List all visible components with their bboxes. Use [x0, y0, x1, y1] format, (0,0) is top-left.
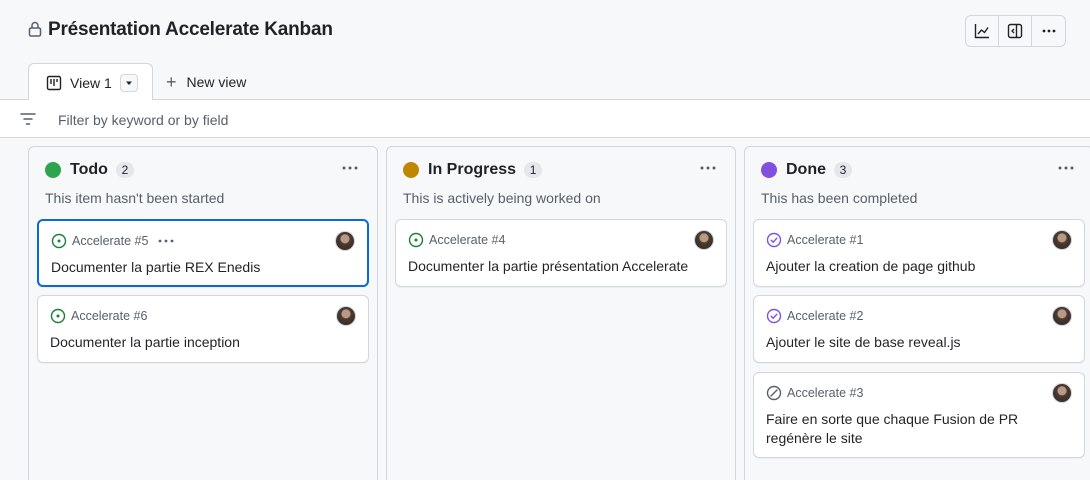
issue-reference[interactable]: Accelerate #5 [72, 234, 148, 248]
board-column: Todo 2 This item hasn't been started Acc… [28, 146, 378, 480]
assignee-avatar[interactable] [336, 306, 356, 326]
view-options-button[interactable] [119, 73, 138, 92]
issue-opened-icon [51, 233, 67, 249]
issue-reference[interactable]: Accelerate #6 [71, 309, 147, 323]
column-count-badge: 2 [115, 162, 134, 178]
issue-opened-icon [408, 232, 424, 248]
issue-card[interactable]: Accelerate #5 Documenter la partie REX E… [37, 219, 369, 287]
column-name: In Progress [428, 161, 517, 178]
issue-reference[interactable]: Accelerate #3 [787, 386, 863, 400]
column-description: This item hasn't been started [45, 190, 225, 206]
column-header: Done 3 [761, 161, 852, 179]
board-column: In Progress 1 This is actively being wor… [386, 146, 736, 480]
column-menu-button[interactable] [341, 160, 359, 181]
assignee-avatar[interactable] [1052, 383, 1072, 403]
column-menu-button[interactable] [699, 160, 717, 181]
card-meta: Accelerate #6 [50, 308, 147, 324]
kebab-horizontal-icon [700, 166, 716, 170]
column-count-badge: 1 [524, 162, 543, 178]
column-color-dot [403, 162, 419, 178]
issue-reference[interactable]: Accelerate #4 [429, 233, 505, 247]
new-view-button[interactable]: + New view [166, 73, 246, 91]
lock-icon [28, 21, 42, 37]
issue-title[interactable]: Ajouter la creation de page github [766, 257, 1066, 276]
filter-input[interactable]: Filter by keyword or by field [58, 112, 228, 128]
card-meta: Accelerate #3 [766, 385, 863, 401]
column-header: In Progress 1 [403, 161, 543, 179]
graph-icon [974, 24, 989, 39]
issue-title[interactable]: Faire en sorte que chaque Fusion de PR r… [766, 410, 1066, 448]
filter-icon [20, 113, 36, 125]
column-menu-button[interactable] [1057, 160, 1075, 181]
sidebar-icon [1007, 23, 1023, 39]
new-view-label: New view [186, 74, 247, 90]
issue-reference[interactable]: Accelerate #2 [787, 309, 863, 323]
issue-closed-icon [766, 308, 782, 324]
header-button-group [965, 15, 1066, 47]
project-board-icon [46, 75, 62, 90]
card-menu-button[interactable] [157, 233, 175, 249]
issue-card[interactable]: Accelerate #2 Ajouter le site de base re… [753, 295, 1085, 363]
card-meta: Accelerate #2 [766, 308, 863, 324]
tab-label: View 1 [70, 74, 112, 91]
assignee-avatar[interactable] [694, 230, 714, 250]
column-count-badge: 3 [834, 162, 852, 178]
issue-opened-icon [50, 308, 66, 324]
issue-title[interactable]: Documenter la partie REX Enedis [51, 258, 351, 277]
issue-card[interactable]: Accelerate #3 Faire en sorte que chaque … [753, 372, 1085, 458]
issue-reference[interactable]: Accelerate #1 [787, 233, 863, 247]
column-description: This has been completed [761, 190, 918, 206]
card-meta: Accelerate #1 [766, 232, 863, 248]
issue-title[interactable]: Documenter la partie inception [50, 333, 350, 352]
issue-closed-icon [766, 232, 782, 248]
card-meta: Accelerate #5 [51, 233, 175, 249]
project-header: Présentation Accelerate Kanban [0, 0, 1090, 64]
more-options-button[interactable] [1032, 16, 1065, 46]
side-panel-button[interactable] [999, 16, 1032, 46]
kebab-horizontal-icon [342, 166, 358, 170]
plus-icon: + [166, 72, 177, 92]
column-color-dot [45, 162, 61, 178]
issue-title[interactable]: Documenter la partie présentation Accele… [408, 257, 708, 276]
issue-card[interactable]: Accelerate #6 Documenter la partie incep… [37, 295, 369, 363]
column-name: Todo [70, 161, 108, 178]
issue-card[interactable]: Accelerate #4 Documenter la partie prése… [395, 219, 727, 287]
column-description: This is actively being worked on [403, 190, 601, 206]
tab-view-1[interactable]: View 1 [28, 63, 153, 101]
triangle-down-icon [125, 81, 132, 85]
kebab-horizontal-icon [1058, 166, 1074, 170]
view-tab-bar: View 1 + New view [0, 62, 1090, 101]
assignee-avatar[interactable] [335, 231, 355, 251]
insights-button[interactable] [966, 16, 999, 46]
column-name: Done [786, 161, 826, 178]
issue-title[interactable]: Ajouter le site de base reveal.js [766, 333, 1066, 352]
board-column: Done 3 This has been completed Accelerat… [744, 146, 1090, 480]
assignee-avatar[interactable] [1052, 230, 1072, 250]
kebab-horizontal-icon [159, 239, 174, 243]
card-meta: Accelerate #4 [408, 232, 505, 248]
skip-icon [766, 385, 782, 401]
kebab-horizontal-icon [1042, 29, 1055, 33]
issue-card[interactable]: Accelerate #1 Ajouter la creation de pag… [753, 219, 1085, 287]
column-color-dot [761, 162, 777, 178]
filter-bar[interactable]: Filter by keyword or by field [0, 100, 1090, 138]
assignee-avatar[interactable] [1052, 306, 1072, 326]
column-header: Todo 2 [45, 161, 134, 179]
page-title: Présentation Accelerate Kanban [48, 19, 333, 40]
